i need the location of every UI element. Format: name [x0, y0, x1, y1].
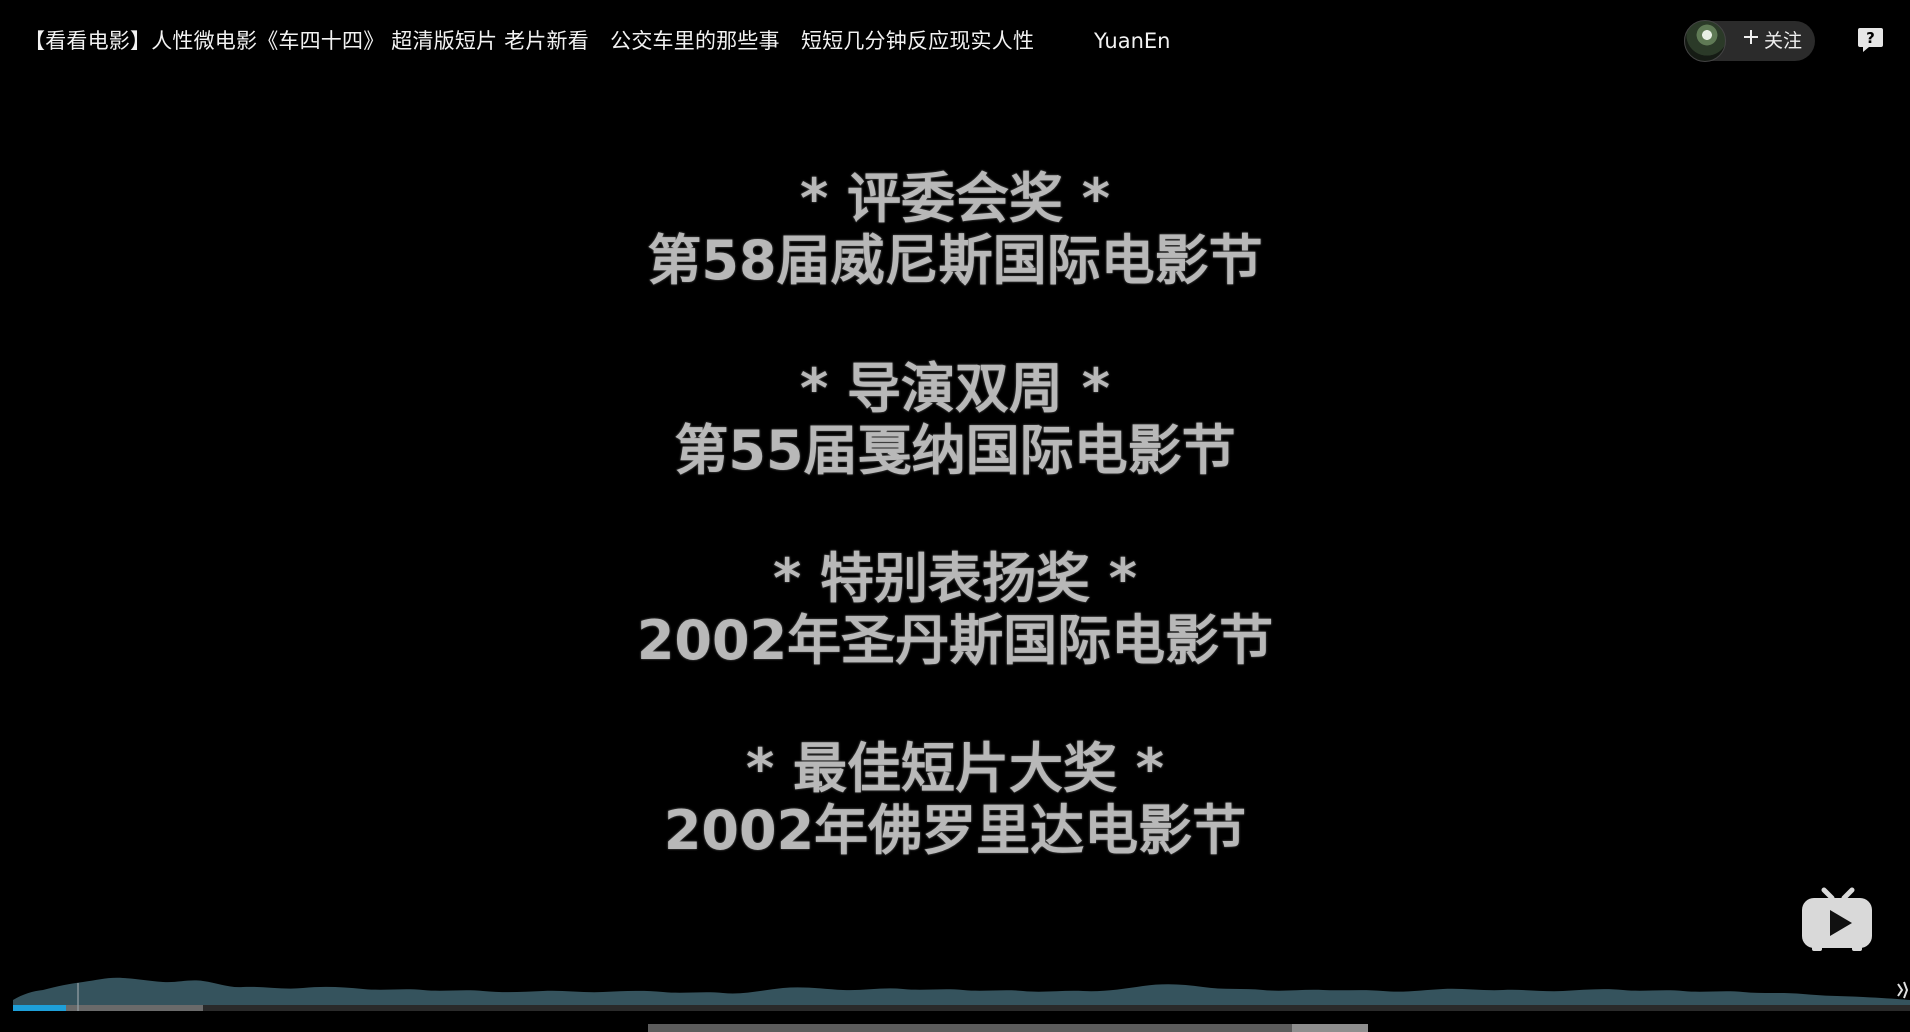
award-block: * 特别表扬奖 * 2002年圣丹斯国际电影节 — [560, 548, 1350, 675]
progress-played — [13, 1005, 67, 1011]
question-icon[interactable]: ? — [1857, 26, 1884, 54]
top-bar: 【看看电影】人性微电影《车四十四》 超清版短片 老片新看 公交车里的那些事 短短… — [0, 0, 1910, 80]
award-prize: * 评委会奖 * — [799, 167, 1111, 230]
award-prize: * 最佳短片大奖 * — [745, 737, 1165, 800]
award-block: * 评委会奖 * 第58届威尼斯国际电影节 — [560, 168, 1350, 295]
video-title[interactable]: 【看看电影】人性微电影《车四十四》 超清版短片 老片新看 公交车里的那些事 短短… — [24, 26, 1034, 56]
svg-text:?: ? — [1866, 29, 1875, 47]
award-prize: * 导演双周 * — [799, 357, 1111, 420]
scrollbar-thumb[interactable] — [1292, 1024, 1368, 1032]
award-prize: * 特别表扬奖 * — [772, 547, 1138, 610]
award-festival: 2002年佛罗里达电影节 — [663, 799, 1247, 862]
award-block: * 导演双周 * 第55届戛纳国际电影节 — [560, 358, 1350, 485]
progress-handle[interactable] — [77, 983, 79, 1011]
progress-bar[interactable] — [13, 983, 1910, 1011]
audio-waveform[interactable] — [13, 966, 1910, 1010]
follow-label: 关注 — [1764, 30, 1803, 52]
tv-play-icon — [1802, 887, 1872, 951]
avatar[interactable] — [1684, 20, 1726, 62]
video-frame-credits: * 评委会奖 * 第58届威尼斯国际电影节 * 导演双周 * 第55届戛纳国际电… — [560, 168, 1350, 865]
award-block: * 最佳短片大奖 * 2002年佛罗里达电影节 — [560, 738, 1350, 865]
award-festival: 第55届戛纳国际电影节 — [674, 419, 1236, 482]
plus-icon — [1744, 30, 1758, 44]
uploader-name[interactable]: YuanEn — [1094, 26, 1170, 56]
award-festival: 第58届威尼斯国际电影节 — [647, 229, 1263, 292]
horizontal-scrollbar[interactable] — [648, 1024, 1368, 1032]
award-festival: 2002年圣丹斯国际电影节 — [636, 609, 1274, 672]
danmaku-edge-icon — [1897, 981, 1909, 999]
